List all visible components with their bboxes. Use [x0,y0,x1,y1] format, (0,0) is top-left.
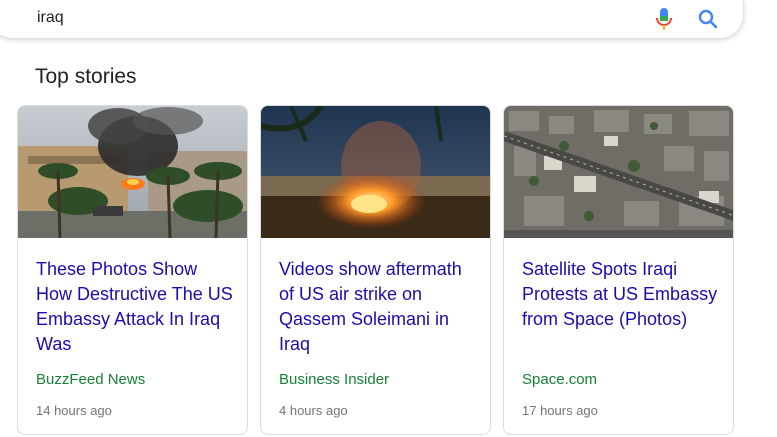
story-card[interactable]: These Photos Show How Destructive The US… [17,105,248,435]
story-headline[interactable]: Satellite Spots Iraqi Protests at US Emb… [522,257,722,332]
story-source: BuzzFeed News [36,371,146,388]
story-time: 4 hours ago [279,403,348,418]
search-icon[interactable] [696,7,720,31]
story-time: 14 hours ago [36,403,112,418]
satellite-city-photo[interactable] [504,106,734,238]
story-card[interactable]: Videos show aftermath of US air strike o… [260,105,491,435]
story-headline[interactable]: These Photos Show How Destructive The US… [36,257,236,357]
section-title: Top stories [35,65,137,88]
story-source: Space.com [522,371,598,388]
story-source: Business Insider [279,371,390,388]
story-headline[interactable]: Videos show aftermath of US air strike o… [279,257,479,357]
search-bar [0,0,744,39]
airstrike-fire-photo[interactable] [261,106,491,238]
story-time: 17 hours ago [522,403,598,418]
story-card[interactable]: Satellite Spots Iraqi Protests at US Emb… [503,105,734,435]
search-input[interactable] [37,6,597,30]
microphone-icon[interactable] [653,7,675,31]
embassy-fire-photo[interactable] [18,106,248,238]
